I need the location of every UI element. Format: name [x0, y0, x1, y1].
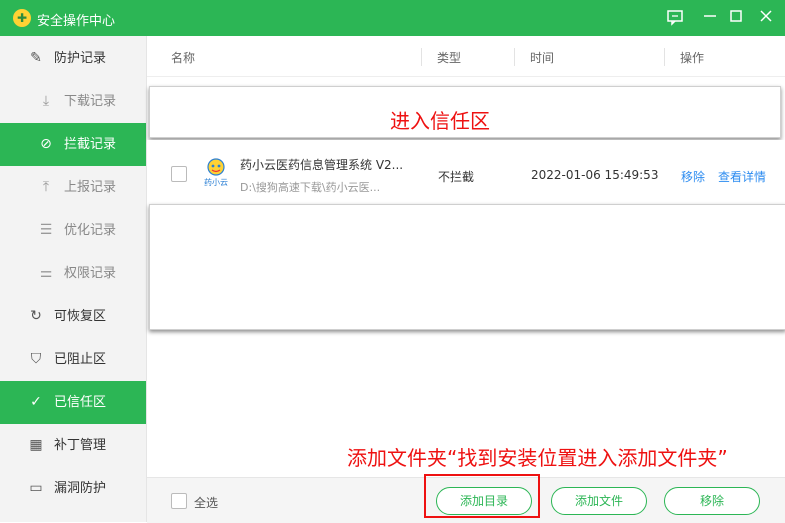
column-time: 时间	[530, 51, 555, 65]
column-action: 操作	[680, 51, 705, 65]
grid-icon: ▦	[29, 437, 43, 453]
add-file-button[interactable]: 添加文件	[551, 487, 647, 515]
row-time: 2022-01-06 15:49:53	[531, 168, 659, 182]
upload-icon: ⤒	[42, 179, 50, 195]
row-type: 不拦截	[438, 170, 475, 184]
sidebar-item-label: 已阻止区	[54, 352, 107, 367]
column-name: 名称	[171, 51, 196, 65]
app-name: 药小云医药信息管理系统 V2...	[240, 158, 404, 172]
maximize-icon[interactable]	[726, 8, 746, 28]
sidebar: ✎ 防护记录 ⤓ 下载记录 ⊘ 拦截记录 ⤒ 上报记录 ☰ 优化记录 ⚌ 权限记…	[0, 36, 147, 522]
popup-text: 进入信任区	[390, 109, 490, 133]
app-logo-icon: ✚	[13, 9, 31, 27]
shield-check-icon: ✓	[30, 394, 42, 410]
table-header: 名称 类型 时间 操作	[147, 36, 785, 77]
window-title: 安全操作中心	[37, 14, 116, 29]
remove-link[interactable]: 移除	[681, 168, 705, 185]
sidebar-item-patch-management[interactable]: ▦ 补丁管理	[0, 424, 146, 467]
annotation-highlight-box	[424, 474, 540, 518]
column-divider	[514, 48, 515, 66]
sidebar-item-protection-records[interactable]: ✎ 防护记录	[0, 37, 146, 80]
select-all-checkbox[interactable]	[171, 493, 187, 509]
title-bar: ✚ 安全操作中心	[0, 0, 785, 36]
download-icon: ⤓	[42, 93, 50, 109]
trusted-zone-popup: 进入信任区	[149, 86, 781, 138]
minimize-icon[interactable]	[700, 8, 720, 28]
sidebar-item-label: 补丁管理	[54, 438, 107, 453]
sidebar-item-label: 可恢复区	[54, 309, 107, 324]
close-icon[interactable]	[756, 8, 776, 28]
select-all-label: 全选	[194, 496, 219, 510]
app-path: D:\搜狗高速下载\药小云医...	[240, 181, 381, 194]
sidebar-item-label: 已信任区	[54, 395, 107, 410]
view-details-link[interactable]: 查看详情	[718, 168, 766, 185]
sidebar-item-label: 拦截记录	[64, 137, 117, 152]
sidebar-item-download-records[interactable]: ⤓ 下载记录	[0, 80, 146, 123]
sidebar-item-blocked-zone[interactable]: ⛉ 已阻止区	[0, 338, 146, 381]
sidebar-item-label: 下载记录	[64, 94, 117, 109]
sidebar-item-intercept-records[interactable]: ⊘ 拦截记录	[0, 123, 146, 166]
sidebar-item-label: 权限记录	[64, 266, 117, 281]
remove-button[interactable]: 移除	[664, 487, 760, 515]
restore-icon: ↻	[30, 308, 42, 324]
sidebar-item-trusted-zone[interactable]: ✓ 已信任区	[0, 381, 146, 424]
sidebar-item-vuln-protection[interactable]: ▭ 漏洞防护	[0, 467, 146, 510]
sidebar-item-optimize-records[interactable]: ☰ 优化记录	[0, 209, 146, 252]
column-divider	[421, 48, 422, 66]
column-divider	[664, 48, 665, 66]
column-type: 类型	[437, 51, 462, 65]
sidebar-item-restore-zone[interactable]: ↻ 可恢复区	[0, 295, 146, 338]
block-icon: ⊘	[40, 136, 52, 152]
app-icon-text: 药小云	[204, 177, 228, 187]
sidebar-item-label: 优化记录	[64, 223, 117, 238]
sidebar-item-label: 防护记录	[54, 51, 107, 66]
document-icon: ☰	[39, 222, 53, 238]
annotation-text: 添加文件夹“找到安装位置进入添加文件夹”	[347, 446, 728, 470]
yao-xiao-yun-icon: 药小云	[200, 156, 232, 188]
monitor-icon: ▭	[29, 480, 43, 496]
permission-icon: ⚌	[39, 265, 53, 281]
sidebar-item-report-records[interactable]: ⤒ 上报记录	[0, 166, 146, 209]
edit-icon: ✎	[30, 50, 42, 66]
row-checkbox[interactable]	[171, 166, 187, 182]
shield-alert-icon: ⛉	[30, 351, 42, 367]
feedback-icon[interactable]	[665, 8, 685, 28]
sidebar-item-label: 漏洞防护	[54, 481, 107, 496]
blank-popup-panel	[149, 204, 785, 330]
table-row: 药小云 药小云医药信息管理系统 V2... D:\搜狗高速下载\药小云医... …	[147, 140, 785, 202]
sidebar-item-permission-records[interactable]: ⚌ 权限记录	[0, 252, 146, 295]
sidebar-item-label: 上报记录	[64, 180, 117, 195]
